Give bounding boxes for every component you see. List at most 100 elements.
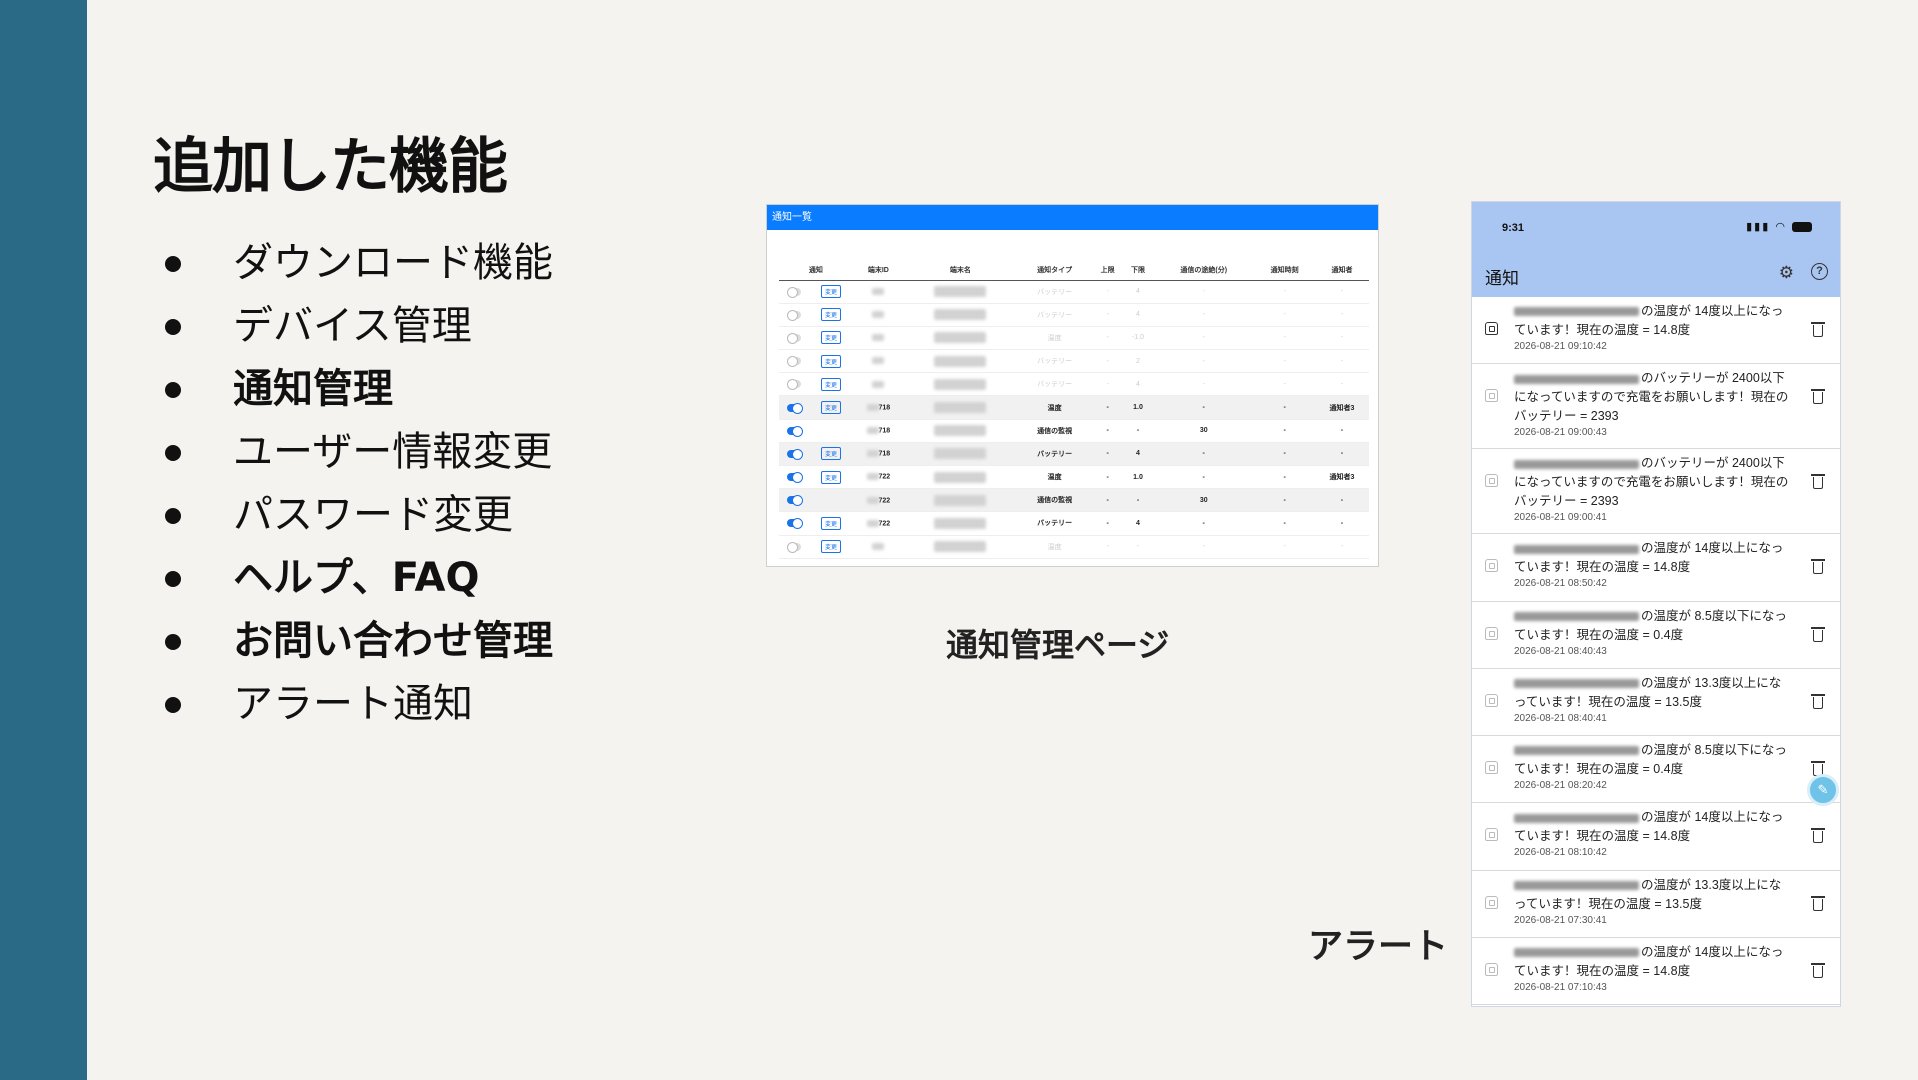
redacted-text bbox=[866, 403, 879, 411]
notify-toggle[interactable] bbox=[787, 448, 804, 460]
notification-item[interactable]: の温度が 14度以上になっています！現在の温度 = 14.8度 2026-08-2… bbox=[1472, 938, 1840, 1006]
notification-message-wrap: のバッテリーが 2400以下になっていますので充電をお願いします！現在のバッテリ… bbox=[1514, 454, 1792, 511]
change-button[interactable]: 変更 bbox=[821, 401, 842, 415]
redacted-text bbox=[866, 496, 879, 504]
notify-toggle[interactable] bbox=[787, 309, 802, 321]
device-name-cell bbox=[904, 349, 1017, 374]
cell-gap: - bbox=[1153, 395, 1255, 420]
notification-item[interactable]: の温度が 13.3度以上になっています！現在の温度 = 13.5度 2026-08… bbox=[1472, 669, 1840, 737]
table-header-row: 通知 端末ID 端末名 通知タイプ 上限 下限 通信の途絶(分) 通知時刻 通知者 bbox=[779, 260, 1369, 281]
trash-icon[interactable] bbox=[1811, 389, 1825, 405]
edit-fab-button[interactable]: ✎ bbox=[1807, 774, 1839, 806]
redacted-text bbox=[934, 494, 987, 506]
notify-toggle[interactable] bbox=[787, 402, 804, 414]
table-header-bar: 通知一覧 bbox=[767, 205, 1378, 230]
trash-icon[interactable] bbox=[1811, 559, 1825, 575]
cell-gap: - bbox=[1153, 465, 1255, 490]
notification-time: 2026-08-21 09:00:41 bbox=[1514, 512, 1607, 524]
trash-icon[interactable] bbox=[1811, 474, 1825, 490]
feature-label: ダウンロード機能 bbox=[233, 240, 553, 286]
notification-item[interactable]: のバッテリーが 2400以下になっていますので充電をお願いします！現在のバッテリ… bbox=[1472, 449, 1840, 535]
trash-icon[interactable] bbox=[1811, 895, 1825, 911]
feature-item: ユーザー情報変更 bbox=[165, 421, 553, 484]
redacted-device-name bbox=[1514, 948, 1639, 958]
change-cell: 変更 bbox=[809, 326, 853, 351]
gear-icon[interactable]: ⚙ bbox=[1779, 263, 1794, 283]
cell-to: - bbox=[1314, 326, 1369, 351]
table-column-header[interactable]: 通知タイプ bbox=[1016, 260, 1093, 281]
change-button[interactable]: 変更 bbox=[821, 308, 842, 322]
change-button[interactable]: 変更 bbox=[821, 447, 842, 461]
notify-toggle[interactable] bbox=[787, 286, 802, 298]
notification-item[interactable]: の温度が 14度以上になっています！現在の温度 = 14.8度 2026-08-2… bbox=[1472, 803, 1840, 871]
device-id-cell: 722 bbox=[852, 488, 904, 513]
notify-toggle[interactable] bbox=[787, 332, 802, 344]
feature-label: パスワード変更 bbox=[233, 492, 513, 538]
table-row: 変更 バッテリー -4- - - bbox=[779, 303, 1369, 327]
notify-toggle[interactable] bbox=[787, 518, 804, 530]
table-column-header[interactable]: 通知時刻 bbox=[1254, 260, 1315, 281]
redacted-text bbox=[872, 357, 885, 365]
notify-toggle[interactable] bbox=[787, 472, 804, 484]
signal-icon: ▮▮▮ bbox=[1746, 221, 1771, 233]
notification-item[interactable]: の温度が 8.5度以下になっています！現在の温度 = 0.4度 2026-08-2… bbox=[1472, 602, 1840, 669]
bullet-icon bbox=[165, 633, 181, 650]
cell-type: 通信の監視 bbox=[1016, 488, 1093, 513]
table-row: 変更 温度 - -1.0- - - bbox=[779, 326, 1369, 351]
change-button[interactable]: 変更 bbox=[821, 377, 842, 391]
notification-item[interactable]: の温度が 14度以上になっています！現在の温度 = 14.8度 2026-08-2… bbox=[1472, 297, 1840, 365]
notify-toggle[interactable] bbox=[787, 356, 802, 368]
redacted-text bbox=[866, 519, 879, 527]
notification-message-wrap: の温度が 14度以上になっています！現在の温度 = 14.8度 bbox=[1514, 302, 1792, 340]
trash-icon[interactable] bbox=[1811, 828, 1825, 844]
slide-title: 追加した機能 bbox=[153, 132, 508, 202]
feature-item: パスワード変更 bbox=[165, 484, 553, 547]
cell-lower: 4 bbox=[1122, 303, 1154, 327]
notification-item[interactable]: の温度が 13.3度以上になっています！現在の温度 = 13.5度 2026-08… bbox=[1472, 871, 1840, 939]
help-icon[interactable]: ? bbox=[1811, 263, 1828, 280]
trash-icon[interactable] bbox=[1811, 963, 1825, 979]
cell-lower: 4 bbox=[1122, 442, 1154, 467]
notification-message-wrap: の温度が 14度以上になっています！現在の温度 = 14.8度 bbox=[1514, 539, 1792, 577]
change-button[interactable]: 変更 bbox=[821, 331, 842, 345]
redacted-text bbox=[934, 425, 987, 437]
table-column-header[interactable]: 通信の途絶(分) bbox=[1153, 260, 1255, 281]
notify-toggle[interactable] bbox=[787, 425, 804, 437]
change-button[interactable]: 変更 bbox=[821, 470, 842, 484]
home-icon bbox=[1485, 389, 1498, 403]
cell-to: - bbox=[1314, 349, 1369, 374]
home-icon bbox=[1485, 761, 1498, 775]
feature-label: 通知管理 bbox=[233, 366, 393, 412]
table-column-header[interactable]: 通知 bbox=[779, 260, 853, 281]
notify-toggle[interactable] bbox=[787, 379, 802, 391]
notification-time: 2026-08-21 07:30:41 bbox=[1514, 914, 1607, 926]
change-button[interactable]: 変更 bbox=[821, 540, 842, 554]
table-column-header[interactable]: 端末ID bbox=[852, 260, 904, 281]
device-id-cell bbox=[852, 303, 904, 327]
notify-toggle[interactable] bbox=[787, 541, 802, 553]
trash-icon[interactable] bbox=[1811, 626, 1825, 642]
notification-message-wrap: のバッテリーが 2400以下になっていますので充電をお願いします！現在のバッテリ… bbox=[1514, 369, 1792, 426]
cell-type: バッテリー bbox=[1016, 372, 1093, 397]
change-button[interactable]: 変更 bbox=[821, 354, 842, 368]
change-button[interactable]: 変更 bbox=[821, 516, 842, 530]
table-column-header[interactable]: 上限 bbox=[1092, 260, 1123, 281]
notify-toggle[interactable] bbox=[787, 495, 804, 507]
table-column-header[interactable]: 下限 bbox=[1122, 260, 1154, 281]
notification-item[interactable]: の温度が 14度以上になっています！現在の温度 = 14.8度 2026-08-2… bbox=[1472, 534, 1840, 602]
table-column-header[interactable]: 端末名 bbox=[904, 260, 1017, 281]
device-id: 718 bbox=[878, 450, 891, 458]
cell-to: - bbox=[1314, 488, 1369, 513]
redacted-text bbox=[872, 287, 885, 295]
trash-icon[interactable] bbox=[1811, 693, 1825, 709]
notification-time: 2026-08-21 09:10:42 bbox=[1514, 341, 1607, 352]
notification-item[interactable]: のバッテリーが 2400以下になっていますので充電をお願いします！現在のバッテリ… bbox=[1472, 364, 1840, 450]
notification-item[interactable]: の温度が 8.5度以下になっています！現在の温度 = 0.4度 2026-08-2… bbox=[1472, 736, 1840, 804]
change-button[interactable]: 変更 bbox=[821, 285, 842, 299]
trash-icon[interactable] bbox=[1811, 322, 1825, 337]
device-id-cell: 718 bbox=[852, 442, 904, 467]
cell-type: 温度 bbox=[1016, 326, 1093, 351]
cell-type: バッテリー bbox=[1016, 442, 1093, 467]
table-column-header[interactable]: 通知者 bbox=[1314, 260, 1369, 281]
cell-to: - bbox=[1314, 535, 1369, 559]
